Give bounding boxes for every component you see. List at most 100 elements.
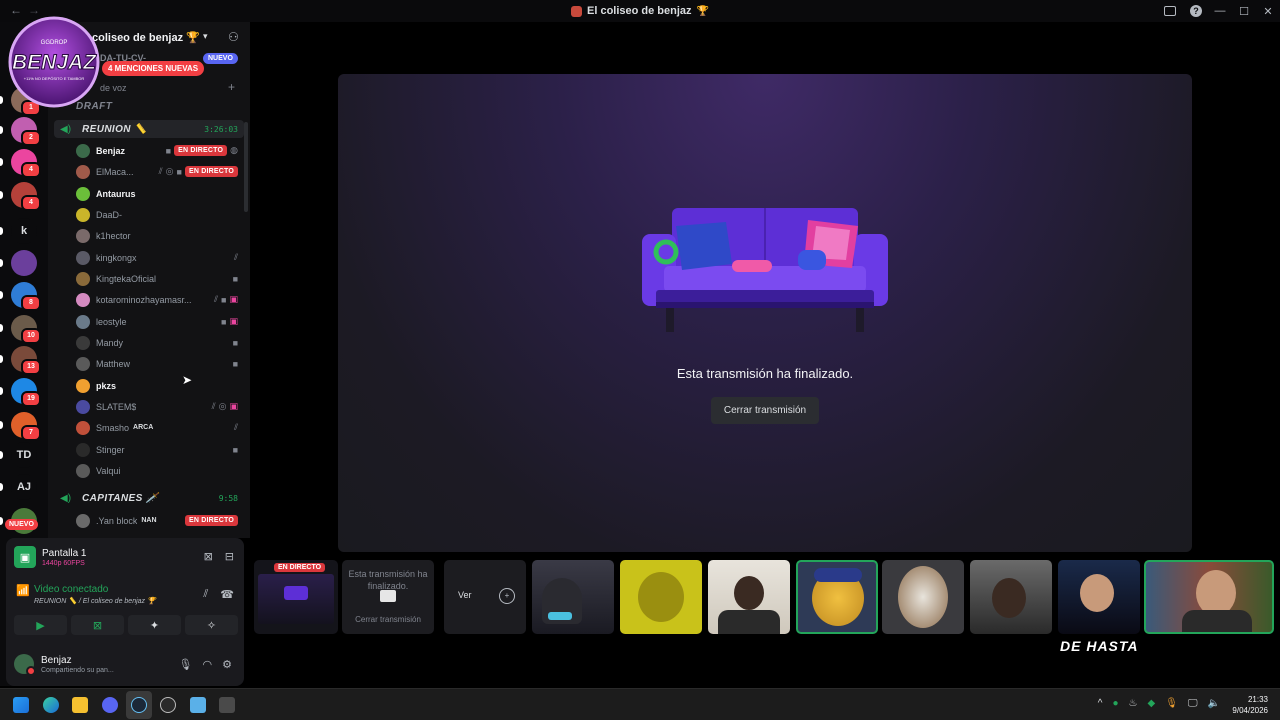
add-member-icon[interactable]: ⚇ — [228, 30, 239, 44]
microphone-tray-icon[interactable]: 🎙 — [1165, 698, 1178, 709]
file-explorer-icon[interactable] — [72, 697, 88, 713]
voice-channel-reunion[interactable]: ◀) REUNION 📏 3:26:03 — [54, 120, 244, 138]
disconnect-icon[interactable]: ☎ — [220, 588, 234, 601]
voice-member[interactable]: ElMaca... ⫽ ◎ ■ EN DIRECTO — [76, 162, 242, 181]
steam-tray-icon[interactable]: ♨ — [1129, 698, 1138, 709]
steam-icon[interactable] — [131, 697, 147, 713]
chevron-down-icon[interactable]: ▾ — [203, 31, 208, 42]
tile-view[interactable]: Ver + — [444, 560, 526, 634]
server-name[interactable]: coliseo de benjaz 🏆 — [92, 31, 200, 44]
edge-browser-icon[interactable] — [43, 697, 59, 713]
zoom-icon[interactable]: + — [499, 588, 515, 604]
voice-member[interactable]: Antaurus — [76, 184, 242, 203]
voice-member[interactable]: Stinger ■ — [76, 440, 242, 459]
tile-close-text[interactable]: Cerrar transmisión — [342, 615, 434, 624]
server-icon-9[interactable]: 13 — [11, 346, 41, 375]
member-name: Valqui — [96, 465, 121, 476]
server-icon-10[interactable]: 19 — [11, 378, 41, 407]
headset-icon[interactable]: ◠ — [203, 658, 213, 671]
avatar — [76, 513, 90, 528]
tile-participant-5[interactable] — [882, 560, 964, 634]
volume-icon[interactable]: 🔈 — [1208, 698, 1220, 709]
server-icon-13[interactable]: AJ — [11, 474, 37, 500]
camera-button[interactable]: ▶ — [14, 615, 67, 635]
voice-member[interactable]: leostyle ■ ▣ — [76, 312, 242, 331]
tile-participant-8-speaking[interactable] — [1144, 560, 1274, 634]
rail-new-badge[interactable]: NUEVO — [5, 519, 38, 530]
gear-icon[interactable]: ⚙ — [222, 658, 232, 671]
help-icon[interactable]: ? — [1190, 5, 1202, 17]
user-avatar[interactable] — [14, 654, 36, 676]
share-screen-button[interactable]: ⊠ — [71, 615, 124, 635]
discord-taskbar-icon[interactable] — [102, 697, 118, 713]
user-name[interactable]: Benjaz — [41, 655, 114, 666]
voice-member[interactable]: SLATEM$ ⫽ ◎ ▣ — [76, 397, 242, 416]
stop-stream-icon[interactable]: ⊠ — [204, 550, 213, 563]
activities-button[interactable]: ✦ — [128, 615, 181, 635]
voice-member[interactable]: Benjaz ■ EN DIRECTO ◍ — [76, 141, 242, 160]
server-icon-12[interactable]: TD — [11, 442, 37, 468]
add-channel-icon[interactable]: + — [228, 80, 235, 94]
network-icon[interactable]: 🖵 — [1188, 698, 1198, 709]
soundboard-button[interactable]: ✧ — [185, 615, 238, 635]
stream-stage[interactable]: Esta transmisión ha finalizado. Cerrar t… — [338, 74, 1192, 552]
tile-stream-preview[interactable]: EN DIRECTO — [254, 560, 338, 634]
voice-member[interactable]: .Yan block NAN EN DIRECTO — [76, 511, 242, 530]
mention-badge: 8 — [21, 295, 41, 311]
server-icon-2[interactable]: 2 — [11, 117, 41, 146]
tile-participant-4-speaking[interactable] — [796, 560, 878, 634]
maximize-button[interactable]: ☐ — [1232, 5, 1256, 18]
server-icon-4[interactable]: 4 — [11, 182, 41, 211]
voice-channel-capitanes[interactable]: ◀) CAPITANES 🗡️ 9:58 — [54, 489, 244, 507]
server-icon-11[interactable]: 7 — [11, 412, 41, 441]
system-clock[interactable]: 21:33 9/04/2026 — [1232, 694, 1268, 716]
inbox-icon[interactable] — [1164, 6, 1176, 16]
close-stream-button[interactable]: Cerrar transmisión — [711, 397, 819, 424]
view-button[interactable]: Ver — [458, 590, 472, 600]
voice-member[interactable]: DaaD- — [76, 205, 242, 224]
tile-participant-1[interactable] — [532, 560, 614, 634]
server-icon-5[interactable]: k — [11, 218, 37, 244]
minimize-button[interactable]: — — [1208, 5, 1232, 17]
voice-member[interactable]: kotarominozhayamasr... ⫽ ■ ▣ — [76, 290, 242, 309]
microphone-icon[interactable]: 🎙 — [179, 658, 193, 671]
tile-stream-ended[interactable]: Esta transmisión ha finalizado. Cerrar t… — [342, 560, 434, 634]
server-icon-8[interactable]: 10 — [11, 315, 41, 344]
tile-participant-6[interactable] — [970, 560, 1052, 634]
server-icon-7[interactable]: 8 — [11, 282, 41, 311]
noise-suppression-icon[interactable]: ⫽ — [203, 588, 208, 601]
tray-app-icon[interactable]: ● — [1112, 698, 1118, 709]
calculator-icon[interactable] — [219, 697, 235, 713]
voice-member[interactable]: pkzs — [76, 376, 242, 395]
voice-member[interactable]: KingtekaOficial ■ — [76, 269, 242, 288]
category-voice[interactable]: de voz — [100, 83, 127, 93]
chevron-up-icon[interactable]: ^ — [1098, 698, 1103, 709]
voice-member[interactable]: Valqui — [76, 461, 242, 480]
speaker-icon: ◀) — [60, 123, 72, 135]
tile-participant-3[interactable] — [708, 560, 790, 634]
voice-member[interactable]: kingkongx ⫽ — [76, 248, 242, 267]
windows-start-icon[interactable] — [13, 697, 29, 713]
voice-connected-label[interactable]: Video conectado — [34, 584, 156, 595]
signal-icon[interactable]: 📶 — [16, 584, 34, 605]
notepad-icon[interactable] — [190, 697, 206, 713]
voice-member[interactable]: k1hector — [76, 226, 242, 245]
voice-member[interactable]: Matthew ■ — [76, 354, 242, 373]
voice-location[interactable]: REUNION 📏 / El coliseo de benjaz 🏆 — [34, 597, 156, 605]
voice-member[interactable]: Mandy ■ — [76, 333, 242, 352]
mentions-banner[interactable]: 4 MENCIONES NUEVAS — [102, 61, 205, 76]
stream-settings-icon[interactable]: ⊟ — [225, 550, 234, 563]
shield-icon[interactable]: ◆ — [1148, 698, 1156, 709]
forward-arrow-icon[interactable]: → — [28, 3, 40, 17]
voice-member[interactable]: Smasho ARCA ⫽ — [76, 418, 242, 437]
tile-participant-2[interactable] — [620, 560, 702, 634]
server-icon-3[interactable]: 4 — [11, 149, 41, 178]
close-window-button[interactable]: ✕ — [1256, 5, 1280, 18]
benjaz-logo[interactable]: GGDROP BENJAZ +11% NO DEPÓSITO E TAMBOR — [8, 16, 100, 108]
scrollbar[interactable] — [244, 122, 248, 212]
obs-icon[interactable] — [160, 697, 176, 713]
server-icon-6[interactable] — [11, 250, 37, 276]
tile-participant-7[interactable] — [1058, 560, 1140, 634]
new-badge[interactable]: NUEVO — [203, 53, 238, 64]
back-arrow-icon[interactable]: ← — [10, 3, 22, 17]
